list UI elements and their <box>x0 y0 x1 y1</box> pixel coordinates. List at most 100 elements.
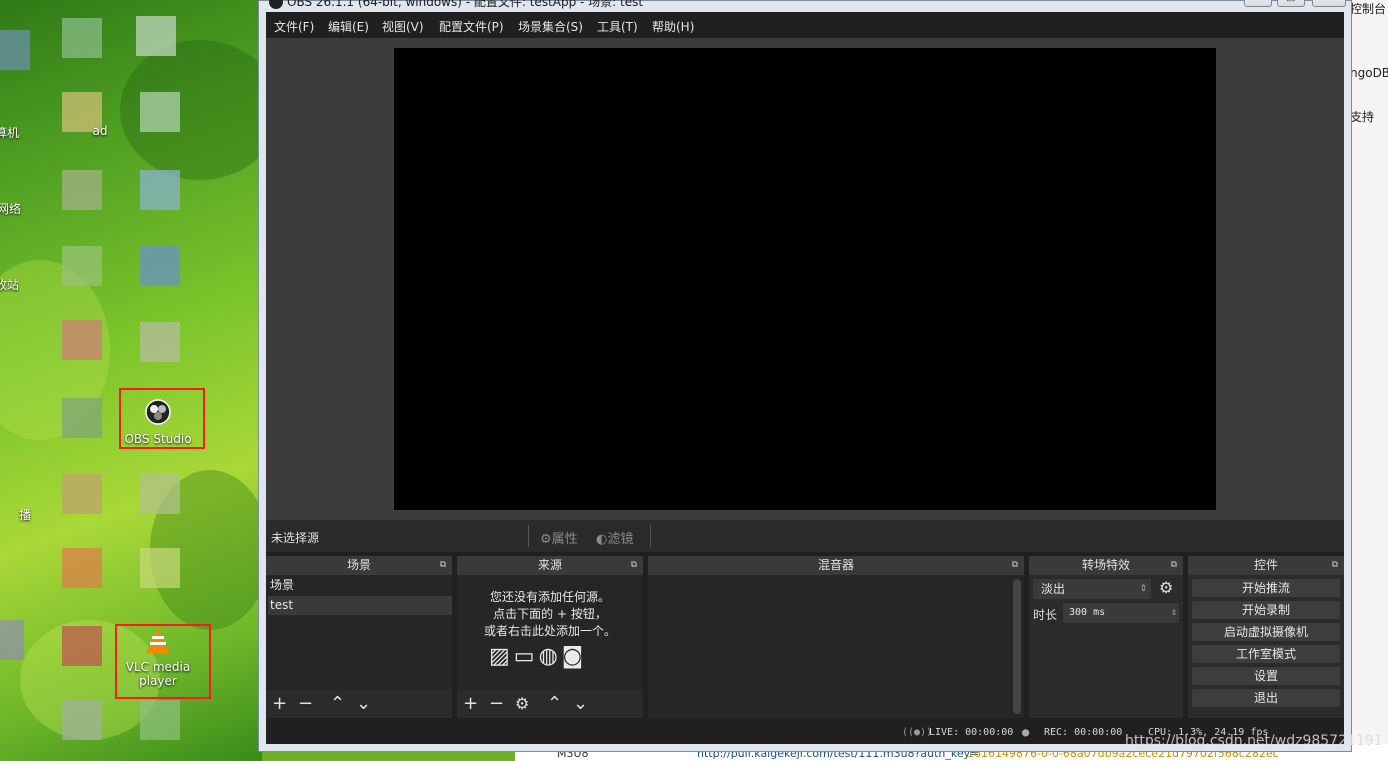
divider <box>650 525 651 547</box>
scenes-title: 场景 <box>346 558 371 572</box>
transition-value: 淡出 <box>1041 582 1066 596</box>
add-scene-icon[interactable]: + <box>272 693 287 715</box>
menu-edit[interactable]: 编辑(E) <box>328 18 369 35</box>
source-properties-gear-icon[interactable]: ⚙ <box>515 693 529 715</box>
blurred-desktop-icon[interactable] <box>136 16 176 56</box>
move-down-icon[interactable]: ⌄ <box>356 693 371 715</box>
obs-client-area: 文件(F) 编辑(E) 视图(V) 配置文件(P) 场景集合(S) 工具(T) … <box>266 12 1344 744</box>
image-icon: ▨ <box>489 644 514 669</box>
close-button[interactable]: ✕ <box>1312 0 1346 7</box>
float-dock-icon[interactable]: ⧉ <box>631 556 637 575</box>
mixer-dock-header: 混音器 ⧉ <box>648 556 1024 575</box>
blurred-desktop-icon[interactable] <box>140 170 180 210</box>
minimize-button[interactable]: — <box>1244 0 1272 7</box>
display-capture-icon: ▭ <box>513 644 539 669</box>
transitions-dock-header: 转场特效 ⧉ <box>1029 556 1183 575</box>
camera-icon: ◙ <box>561 644 588 669</box>
blurred-desktop-icon[interactable] <box>62 170 102 210</box>
settings-button[interactable]: 设置 <box>1192 667 1340 685</box>
live-broadcast-icon: ((●)) <box>902 727 933 738</box>
chevron-updown-icon: ⇕ <box>1139 584 1147 594</box>
transitions-title: 转场特效 <box>1081 558 1130 572</box>
blurred-desktop-icon[interactable] <box>62 398 102 438</box>
move-up-icon[interactable]: ⌃ <box>330 693 345 715</box>
float-dock-icon[interactable]: ⧉ <box>1012 556 1018 575</box>
float-dock-icon[interactable]: ⧉ <box>440 556 446 575</box>
highlight-box <box>119 388 205 449</box>
browser-globe-icon: ◍ <box>538 644 562 669</box>
maximize-button[interactable]: □ <box>1277 0 1305 7</box>
mixer-scrollbar[interactable] <box>1013 579 1021 714</box>
controls-title: 控件 <box>1253 558 1278 572</box>
start-virtual-camera-button[interactable]: 启动虚拟摄像机 <box>1192 623 1340 641</box>
transition-select[interactable]: 淡出 ⇕ <box>1033 579 1151 599</box>
bg-window-item[interactable]: 支持 <box>1350 108 1374 125</box>
desktop-label: 播 <box>18 508 31 522</box>
scene-item[interactable]: 场景 <box>268 576 452 595</box>
start-streaming-button[interactable]: 开始推流 <box>1192 579 1340 597</box>
blurred-desktop-icon[interactable] <box>0 30 30 70</box>
gear-icon: ⚙ <box>540 532 552 547</box>
blurred-desktop-icon[interactable] <box>62 18 102 58</box>
blurred-desktop-icon[interactable] <box>62 320 102 360</box>
properties-button[interactable]: ⚙属性 <box>540 528 578 547</box>
menu-file[interactable]: 文件(F) <box>274 18 314 35</box>
studio-mode-button[interactable]: 工作室模式 <box>1192 645 1340 663</box>
sources-hint: 您还没有添加任何源。 <box>489 590 610 604</box>
blurred-desktop-icon[interactable] <box>62 548 102 588</box>
menu-tools[interactable]: 工具(T) <box>597 18 638 35</box>
scene-item[interactable]: test <box>268 596 452 615</box>
start-recording-button[interactable]: 开始录制 <box>1192 601 1340 619</box>
sources-hint: 点击下面的 + 按钮， <box>493 607 607 621</box>
blurred-desktop-icon[interactable] <box>0 620 24 660</box>
blurred-desktop-icon[interactable] <box>62 246 102 286</box>
scenes-dock-header: 场景 ⧉ <box>266 556 452 575</box>
duration-value: 300 ms <box>1069 607 1106 618</box>
transitions-dock: 转场特效 ⧉ 淡出 ⇕ ⚙ 时长 300 ms ⇕ <box>1029 556 1183 718</box>
preview-area[interactable] <box>266 38 1344 520</box>
bg-window-item[interactable]: 控制台 <box>1350 0 1386 17</box>
blurred-desktop-icon[interactable] <box>140 700 180 740</box>
spin-arrows-icon[interactable]: ⇕ <box>1171 603 1177 623</box>
move-up-icon[interactable]: ⌃ <box>547 693 562 715</box>
source-toolbar: 未选择源 ⚙属性 ◐滤镜 <box>266 520 1344 552</box>
menu-profile[interactable]: 配置文件(P) <box>439 18 504 35</box>
blurred-desktop-icon[interactable] <box>62 474 102 514</box>
desktop-label: 网络 <box>0 202 21 216</box>
menu-view[interactable]: 视图(V) <box>382 18 424 35</box>
menu-bar: 文件(F) 编辑(E) 视图(V) 配置文件(P) 场景集合(S) 工具(T) … <box>266 12 1344 38</box>
scenes-dock: 场景 ⧉ 场景 test + − ⌃ ⌄ <box>266 556 452 718</box>
preview-canvas[interactable] <box>394 48 1216 510</box>
filters-button[interactable]: ◐滤镜 <box>596 528 633 547</box>
sources-title: 来源 <box>537 558 562 572</box>
controls-dock: 控件 ⧉ 开始推流 开始录制 启动虚拟摄像机 工作室模式 设置 退出 <box>1188 556 1344 718</box>
remove-scene-icon[interactable]: − <box>298 693 313 715</box>
filters-label: 滤镜 <box>607 532 634 547</box>
blurred-desktop-icon[interactable] <box>140 322 180 362</box>
duration-spinbox[interactable]: 300 ms ⇕ <box>1063 603 1179 623</box>
rec-dot-icon: ● <box>1022 725 1030 739</box>
blurred-desktop-icon[interactable] <box>140 474 180 514</box>
menu-help[interactable]: 帮助(H) <box>652 18 694 35</box>
blurred-desktop-icon[interactable] <box>62 700 102 740</box>
float-dock-icon[interactable]: ⧉ <box>1332 556 1338 575</box>
duration-label: 时长 <box>1033 608 1058 622</box>
blurred-desktop-icon[interactable] <box>140 548 180 588</box>
exit-button[interactable]: 退出 <box>1192 689 1340 707</box>
transition-settings-gear-icon[interactable]: ⚙ <box>1159 578 1173 597</box>
sources-hint: 或者右击此处添加一个。 <box>483 624 616 638</box>
blurred-desktop-icon[interactable] <box>140 246 180 286</box>
move-down-icon[interactable]: ⌄ <box>573 693 588 715</box>
highlight-box <box>115 624 211 699</box>
add-source-icon[interactable]: + <box>463 693 478 715</box>
bg-window-item[interactable]: ngoDB <box>1350 66 1388 80</box>
blurred-desktop-icon[interactable] <box>62 626 102 666</box>
audio-mixer-dock: 混音器 ⧉ <box>648 556 1024 718</box>
menu-scene-collection[interactable]: 场景集合(S) <box>518 18 583 35</box>
scenes-list: 场景 test <box>266 575 452 690</box>
float-dock-icon[interactable]: ⧉ <box>1171 556 1177 575</box>
remove-source-icon[interactable]: − <box>489 693 504 715</box>
sources-list[interactable]: 您还没有添加任何源。 点击下面的 + 按钮， 或者右击此处添加一个。 ▨▭◍◙ <box>457 575 643 690</box>
controls-body: 开始推流 开始录制 启动虚拟摄像机 工作室模式 设置 退出 <box>1188 575 1344 718</box>
blurred-desktop-icon[interactable] <box>140 92 180 132</box>
